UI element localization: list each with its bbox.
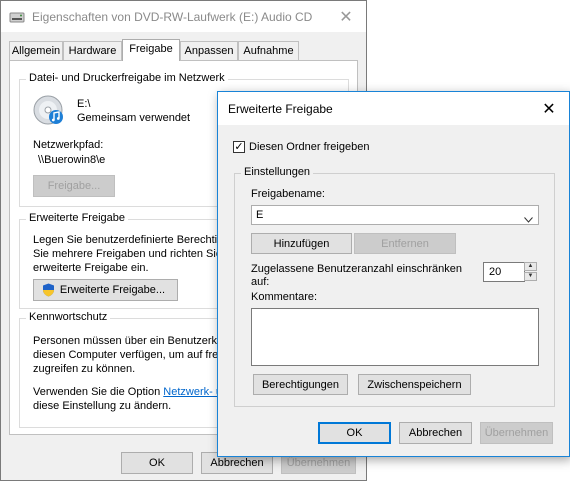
group-title: Einstellungen [241, 166, 314, 178]
description-line: erweiterte Freigabe ein. [33, 262, 149, 274]
description-line: Verwenden Sie die Option Netzwerk- u [33, 386, 222, 398]
dialog-apply-button[interactable]: Übernehmen [480, 422, 553, 444]
dialog-title: Erweiterte Freigabe [228, 102, 333, 116]
spin-up-icon[interactable]: ▲ [524, 262, 537, 271]
drive-label: E:\ [77, 98, 91, 110]
description-line: zugreifen zu können. [33, 363, 136, 375]
audio-cd-icon [33, 94, 65, 126]
comments-label: Kommentare: [251, 291, 318, 303]
description-line: diesen Computer verfügen, um auf frei [33, 349, 221, 361]
add-button[interactable]: Hinzufügen [251, 233, 352, 254]
chevron-down-icon [524, 211, 533, 229]
tab-aufnahme[interactable]: Aufnahme [238, 41, 299, 60]
user-limit-label: Zugelassene Benutzeranzahl einschränken [251, 263, 462, 275]
share-folder-checkbox-label[interactable]: Diesen Ordner freigeben [249, 141, 369, 153]
share-folder-checkbox[interactable]: ✓ [233, 141, 245, 153]
dialog-title-bar[interactable]: Erweiterte Freigabe ✕ [218, 92, 569, 125]
settings-group: Einstellungen Freigabename: E Hinzufügen… [234, 166, 555, 407]
comments-textarea[interactable] [251, 308, 539, 366]
close-icon[interactable]: ✕ [326, 1, 366, 32]
network-center-link[interactable]: Netzwerk- u [163, 386, 222, 398]
description-line: Legen Sie benutzerdefinierte Berechtig [33, 234, 224, 246]
group-title: Kennwortschutz [26, 311, 111, 323]
group-title: Datei- und Druckerfreigabe im Netzwerk [26, 72, 228, 84]
window-title: Eigenschaften von DVD-RW-Laufwerk (E:) A… [32, 10, 313, 24]
dvd-drive-icon [9, 9, 25, 25]
tab-freigabe[interactable]: Freigabe [122, 39, 180, 61]
dialog-ok-button[interactable]: OK [318, 422, 391, 444]
uac-shield-icon [42, 283, 55, 304]
user-limit-input[interactable]: 20 [483, 262, 525, 282]
drive-status: Gemeinsam verwendet [77, 112, 191, 124]
share-name-select[interactable]: E [251, 205, 539, 225]
title-bar[interactable]: Eigenschaften von DVD-RW-Laufwerk (E:) A… [1, 1, 366, 32]
ok-button[interactable]: OK [121, 452, 193, 474]
group-title: Erweiterte Freigabe [26, 212, 128, 224]
permissions-button[interactable]: Berechtigungen [253, 374, 348, 395]
tab-allgemein[interactable]: Allgemein [9, 41, 63, 60]
description-line: Sie mehrere Freigaben und richten Sie ( [33, 248, 229, 260]
description-line: diese Einstellung zu ändern. [33, 400, 172, 412]
user-limit-label-line2: auf: [251, 276, 270, 288]
share-name-label: Freigabename: [251, 188, 325, 200]
remove-button[interactable]: Entfernen [354, 233, 456, 254]
advanced-share-button[interactable]: Erweiterte Freigabe... [33, 279, 178, 301]
description-line: Personen müssen über ein Benutzerkon [33, 335, 230, 347]
share-name-value: E [256, 209, 264, 221]
advanced-share-button-label: Erweiterte Freigabe... [59, 284, 166, 296]
network-path-label: Netzwerkpfad: [33, 139, 104, 151]
tab-anpassen[interactable]: Anpassen [180, 41, 238, 60]
spin-down-icon[interactable]: ▼ [524, 272, 537, 281]
dialog-cancel-button[interactable]: Abbrechen [399, 422, 472, 444]
tab-hardware[interactable]: Hardware [63, 41, 122, 60]
link-prefix: Verwenden Sie die Option [33, 386, 164, 398]
close-icon[interactable]: ✕ [529, 92, 569, 125]
share-button[interactable]: Freigabe... [33, 175, 115, 197]
advanced-sharing-dialog: Erweiterte Freigabe ✕ ✓ Diesen Ordner fr… [217, 91, 570, 457]
caching-button[interactable]: Zwischenspeichern [358, 374, 471, 395]
network-path-value: \\Buerowin8\e [38, 154, 106, 166]
